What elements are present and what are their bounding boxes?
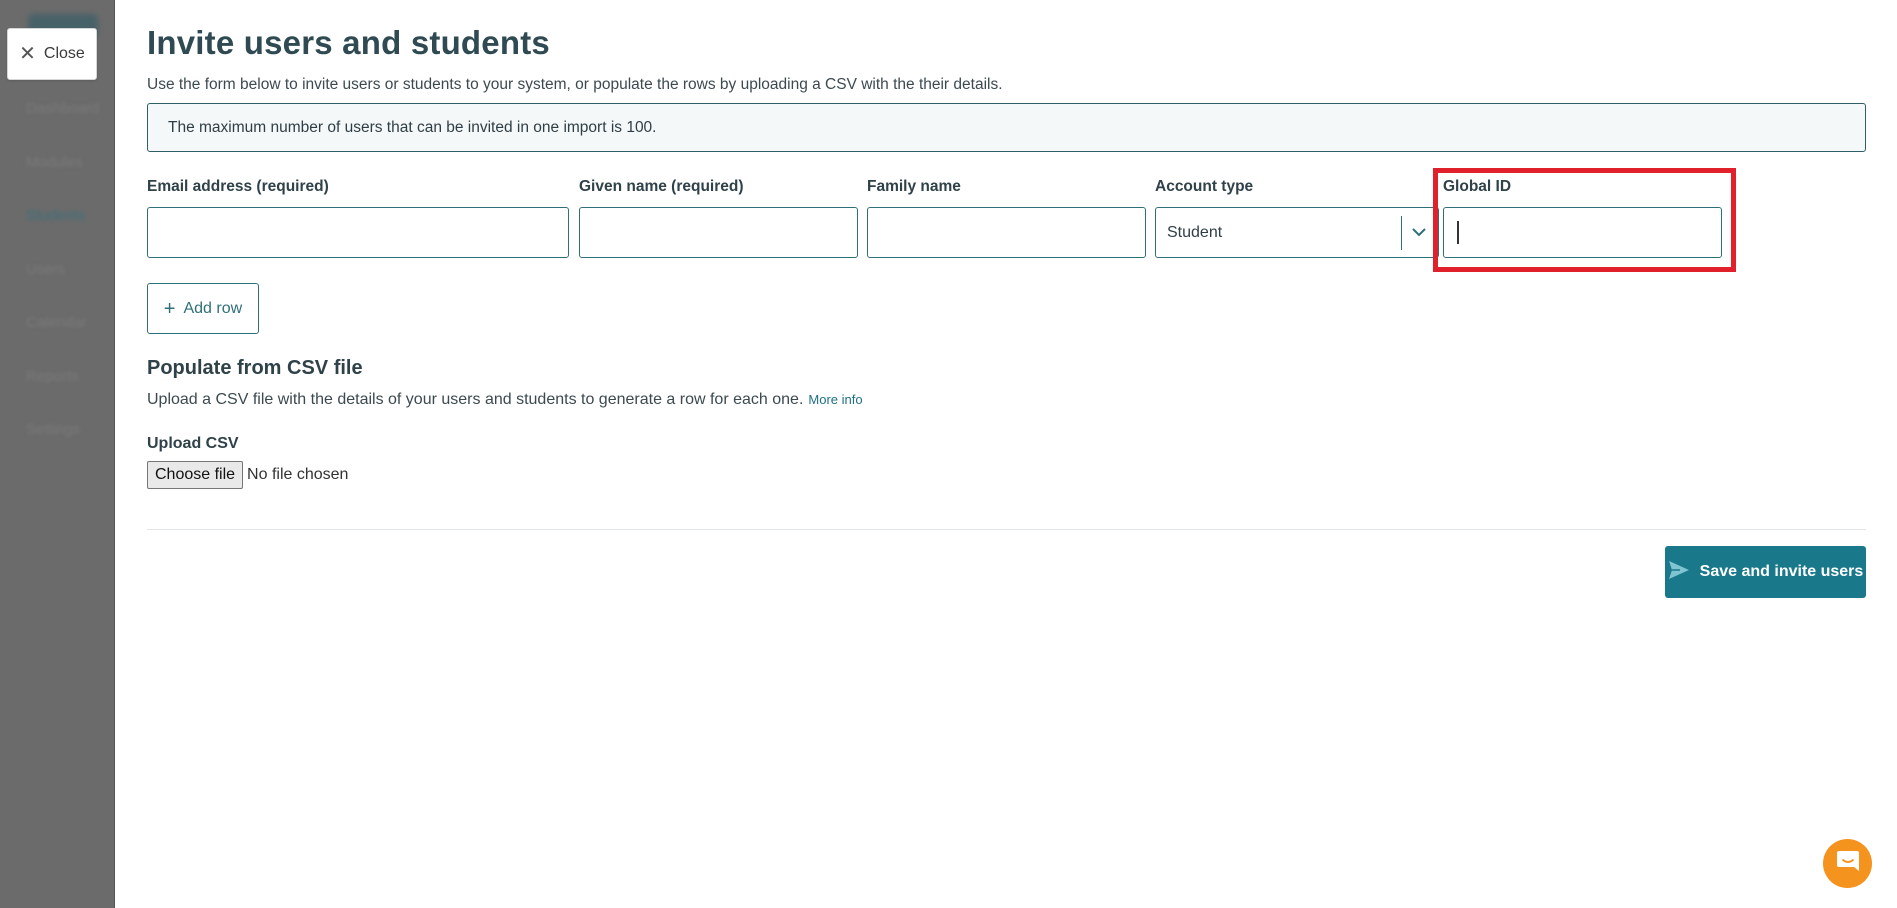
close-button-label: Close (43, 45, 85, 62)
sidebar-item: Users (26, 260, 66, 278)
csv-description-text: Upload a CSV file with the details of yo… (147, 391, 804, 408)
select-divider (1401, 216, 1402, 250)
plus-icon: + (163, 297, 176, 320)
sidebar-item: Students (26, 207, 86, 224)
upload-csv-label: Upload CSV (147, 435, 239, 452)
email-label: Email address (required) (147, 178, 329, 195)
add-row-label: Add row (183, 299, 243, 317)
sidebar-nav: Dashboard Modules Students Users Calenda… (26, 100, 99, 475)
highlight-box (1433, 168, 1736, 272)
family-name-label: Family name (867, 178, 961, 195)
csv-section-title: Populate from CSV file (147, 357, 363, 379)
choose-file-button[interactable]: Choose file (147, 461, 244, 489)
chevron-down-icon[interactable] (1408, 220, 1430, 244)
family-name-input[interactable] (867, 207, 1146, 258)
more-info-link[interactable]: More info (808, 392, 862, 407)
save-and-invite-button[interactable]: Save and invite users (1665, 546, 1866, 598)
account-type-label: Account type (1155, 178, 1254, 195)
given-name-label: Given name (required) (579, 178, 744, 195)
sidebar-item: Dashboard (26, 100, 100, 117)
add-row-button[interactable]: + Add row (147, 283, 259, 334)
page-subtitle: Use the form below to invite users or st… (147, 76, 1003, 93)
account-type-select[interactable]: Student (1155, 207, 1439, 258)
account-type-value: Student (1167, 223, 1223, 241)
send-icon (1668, 560, 1690, 585)
divider (147, 529, 1866, 530)
close-button[interactable]: ✕ Close (7, 28, 97, 80)
sidebar-item: Reports (26, 367, 79, 385)
email-input[interactable] (147, 207, 569, 258)
info-notice-text: The maximum number of users that can be … (168, 118, 657, 136)
close-icon: ✕ (19, 43, 36, 65)
sidebar-item: Calendar (26, 314, 87, 331)
chat-icon (1835, 848, 1861, 879)
file-status: No file chosen (247, 466, 349, 483)
save-button-label: Save and invite users (1699, 563, 1864, 580)
given-name-input[interactable] (579, 207, 858, 258)
info-notice: The maximum number of users that can be … (147, 103, 1866, 152)
sidebar-item: Modules (26, 153, 83, 171)
csv-section-description: Upload a CSV file with the details of yo… (147, 391, 863, 409)
invite-panel: Invite users and students Use the form b… (114, 0, 1897, 908)
file-input: Choose file No file chosen (147, 461, 348, 489)
dimmed-sidebar-backdrop: Dashboard Modules Students Users Calenda… (0, 0, 114, 908)
chat-launcher-button[interactable] (1823, 839, 1872, 888)
page-title: Invite users and students (147, 24, 550, 61)
sidebar-item: Settings (26, 421, 81, 438)
